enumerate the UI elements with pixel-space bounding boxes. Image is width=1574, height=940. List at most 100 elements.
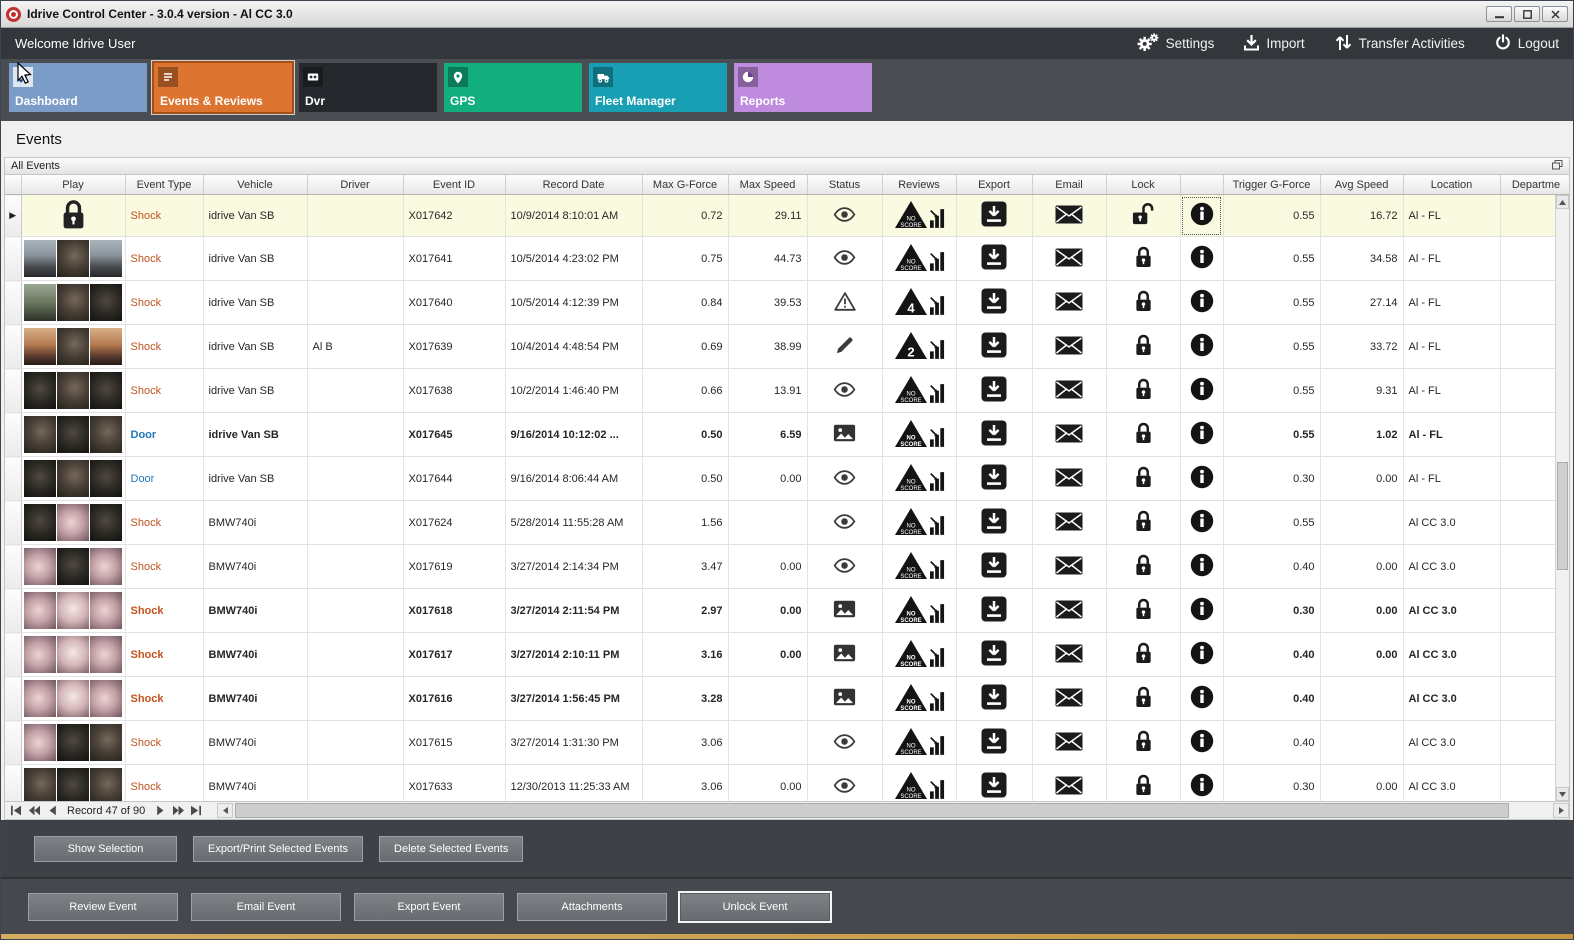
event-row[interactable]: Shock BMW740i X017617 3/27/2014 2:10:11 PM 3… [5, 632, 1569, 677]
event-row[interactable]: ▶ Shock idrive Van SB X017642 10/9/2014 8:10… [5, 194, 1569, 237]
vertical-scrollbar[interactable] [1555, 195, 1569, 801]
event-thumbnail[interactable] [90, 328, 123, 365]
event-row[interactable]: Shock BMW740i X017615 3/27/2014 1:31:30 PM 3… [5, 720, 1569, 765]
event-row[interactable]: Door idrive Van SB X017644 9/16/2014 8:06:4… [5, 456, 1569, 501]
cell-export[interactable] [956, 194, 1033, 237]
event-thumbnail[interactable] [90, 240, 123, 277]
cell-lock[interactable] [1106, 544, 1181, 589]
column-header-event-id[interactable]: Event ID [403, 175, 506, 195]
scroll-down-button[interactable] [1556, 787, 1569, 801]
unlock-event-button[interactable]: Unlock Event [678, 890, 832, 923]
event-thumbnail[interactable] [56, 592, 90, 629]
event-row[interactable]: Shock idrive Van SB X017638 10/2/2014 1:46:… [5, 368, 1569, 413]
event-thumbnail[interactable] [56, 416, 90, 453]
column-header-export[interactable]: Export [956, 175, 1033, 195]
tab-dvr[interactable]: Dvr [299, 63, 437, 112]
delete-selected-events-button[interactable]: Delete Selected Events [379, 835, 524, 862]
cell-email[interactable] [1032, 412, 1107, 457]
tab-events[interactable]: Events & Reviews [154, 63, 292, 112]
cell-export[interactable] [956, 500, 1033, 545]
column-header-max-g-force[interactable]: Max G-Force [642, 175, 729, 195]
prev-record-button[interactable] [43, 804, 61, 818]
column-header-reviews[interactable]: Reviews [882, 175, 957, 195]
event-thumbnail[interactable] [23, 592, 56, 629]
row-selector[interactable] [5, 368, 22, 413]
export-print-selected-events-button[interactable]: Export/Print Selected Events [193, 835, 364, 862]
cell-export[interactable] [956, 236, 1033, 281]
cell-reviews[interactable]: NO SCORE [882, 676, 957, 721]
row-selector[interactable]: ▶ [5, 194, 22, 237]
restore-panel-icon[interactable] [1552, 159, 1563, 173]
cell-export[interactable] [956, 676, 1033, 721]
next-record-button[interactable] [151, 804, 169, 818]
cell-email[interactable] [1032, 194, 1107, 237]
cell-info[interactable] [1180, 544, 1224, 589]
event-thumbnail[interactable] [56, 240, 90, 277]
cell-play[interactable] [21, 544, 126, 589]
event-thumbnail[interactable] [56, 504, 90, 541]
cell-export[interactable] [956, 456, 1033, 501]
event-thumbnail[interactable] [23, 372, 56, 409]
column-header-vehicle[interactable]: Vehicle [203, 175, 308, 195]
cell-export[interactable] [956, 280, 1033, 325]
cell-email[interactable] [1032, 720, 1107, 765]
event-row[interactable]: Shock BMW740i X017633 12/30/2013 11:25:33 A… [5, 764, 1569, 801]
cell-play[interactable] [21, 456, 126, 501]
cell-email[interactable] [1032, 236, 1107, 281]
event-thumbnail[interactable] [90, 284, 123, 321]
row-selector[interactable] [5, 764, 22, 801]
event-thumbnail[interactable] [90, 768, 123, 801]
event-thumbnail[interactable] [90, 504, 123, 541]
cell-info[interactable] [1180, 324, 1224, 369]
horizontal-scrollbar[interactable] [217, 803, 1569, 819]
cell-reviews[interactable]: NO SCORE [882, 764, 957, 801]
event-row[interactable]: Shock idrive Van SB X017641 10/5/2014 4:23:… [5, 236, 1569, 281]
event-row[interactable]: Shock BMW740i X017616 3/27/2014 1:56:45 PM 3… [5, 676, 1569, 721]
cell-lock[interactable] [1106, 720, 1181, 765]
settings-button[interactable]: Settings [1136, 32, 1214, 55]
column-header-record-date[interactable]: Record Date [505, 175, 643, 195]
cell-reviews[interactable]: NO SCORE [882, 588, 957, 633]
cell-reviews[interactable]: NO SCORE [882, 456, 957, 501]
event-thumbnail[interactable] [90, 548, 123, 585]
cell-lock[interactable] [1106, 500, 1181, 545]
first-record-button[interactable] [7, 804, 25, 818]
cell-lock[interactable] [1106, 412, 1181, 457]
cell-reviews[interactable]: NO SCORE [882, 500, 957, 545]
tab-reports[interactable]: Reports [734, 63, 872, 112]
cell-email[interactable] [1032, 280, 1107, 325]
maximize-button[interactable] [1514, 6, 1540, 22]
event-thumbnail[interactable] [56, 460, 90, 497]
cell-info[interactable] [1180, 720, 1224, 765]
row-selector[interactable] [5, 676, 22, 721]
row-selector[interactable] [5, 632, 22, 677]
cell-play[interactable] [21, 632, 126, 677]
cell-email[interactable] [1032, 588, 1107, 633]
column-header-play[interactable]: Play [21, 175, 126, 195]
row-selector[interactable] [5, 412, 22, 457]
cell-reviews[interactable]: NO SCORE [882, 720, 957, 765]
event-thumbnail[interactable] [23, 636, 56, 673]
column-header-departme[interactable]: Departme [1500, 175, 1569, 195]
event-thumbnail[interactable] [56, 328, 90, 365]
import-button[interactable]: Import [1244, 34, 1305, 54]
cell-play[interactable] [21, 324, 126, 369]
cell-play[interactable] [21, 236, 126, 281]
cell-export[interactable] [956, 764, 1033, 801]
cell-info[interactable] [1180, 500, 1224, 545]
cell-info[interactable] [1180, 456, 1224, 501]
event-thumbnail[interactable] [23, 768, 56, 801]
cell-email[interactable] [1032, 456, 1107, 501]
row-selector[interactable] [5, 500, 22, 545]
column-header-max-speed[interactable]: Max Speed [728, 175, 808, 195]
row-selector[interactable] [5, 544, 22, 589]
event-thumbnail[interactable] [90, 636, 123, 673]
cell-export[interactable] [956, 720, 1033, 765]
cell-email[interactable] [1032, 764, 1107, 801]
column-header-email[interactable]: Email [1032, 175, 1107, 195]
cell-play[interactable] [21, 764, 126, 801]
column-header-location[interactable]: Location [1403, 175, 1501, 195]
cell-lock[interactable] [1106, 588, 1181, 633]
event-thumbnail[interactable] [56, 372, 90, 409]
tab-fleet[interactable]: Fleet Manager [589, 63, 727, 112]
